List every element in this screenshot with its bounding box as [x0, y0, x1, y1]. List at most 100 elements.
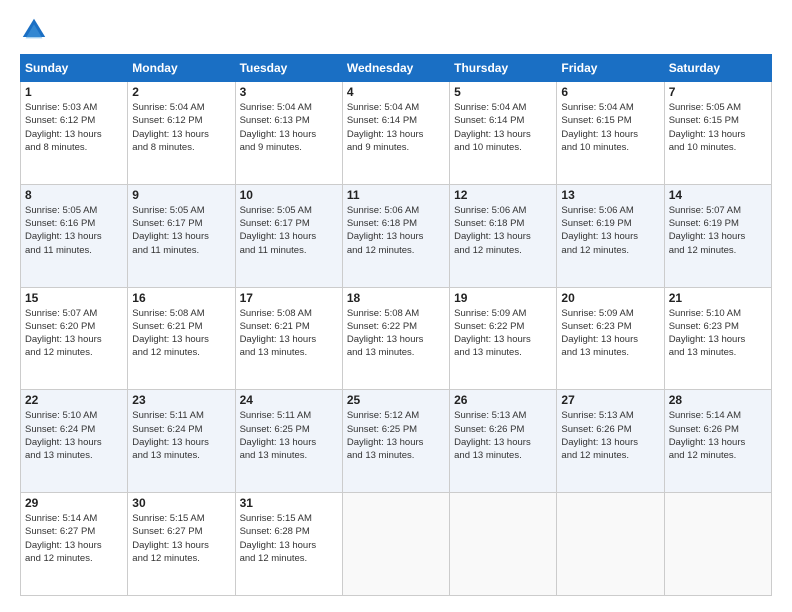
calendar-cell: 13Sunrise: 5:06 AM Sunset: 6:19 PM Dayli…: [557, 184, 664, 287]
day-number: 12: [454, 188, 552, 202]
day-info: Sunrise: 5:09 AM Sunset: 6:22 PM Dayligh…: [454, 307, 552, 360]
calendar-header-row: SundayMondayTuesdayWednesdayThursdayFrid…: [21, 55, 772, 82]
calendar-cell: 7 Sunrise: 5:05 AM Sunset: 6:15 PM Daylig…: [664, 82, 771, 185]
day-number: 13: [561, 188, 659, 202]
day-number: 18: [347, 291, 445, 305]
day-info: Sunrise: 5:14 AM Sunset: 6:27 PM Dayligh…: [25, 512, 123, 565]
day-info: Sunrise: 5:04 AM Sunset: 6:14 PM Dayligh…: [454, 101, 552, 154]
calendar-cell: 16 Sunrise: 5:08 AM Sunset: 6:21 PM Dayli…: [128, 287, 235, 390]
day-info: Sunrise: 5:03 AM Sunset: 6:12 PM Dayligh…: [25, 101, 123, 154]
calendar-cell: 23 Sunrise: 5:11 AM Sunset: 6:24 PM Dayli…: [128, 390, 235, 493]
page: SundayMondayTuesdayWednesdayThursdayFrid…: [0, 0, 792, 612]
day-number: 4: [347, 85, 445, 99]
day-number: 14: [669, 188, 767, 202]
day-info: Sunrise: 5:04 AM Sunset: 6:14 PM Dayligh…: [347, 101, 445, 154]
day-info: Sunrise: 5:04 AM Sunset: 6:12 PM Dayligh…: [132, 101, 230, 154]
day-number: 20: [561, 291, 659, 305]
calendar-cell: 1 Sunrise: 5:03 AM Sunset: 6:12 PM Daylig…: [21, 82, 128, 185]
calendar-cell: 31 Sunrise: 5:15 AM Sunset: 6:28 PM Dayli…: [235, 493, 342, 596]
calendar-cell: 8 Sunrise: 5:05 AM Sunset: 6:16 PM Daylig…: [21, 184, 128, 287]
day-info: Sunrise: 5:05 AM Sunset: 6:17 PM Dayligh…: [132, 204, 230, 257]
day-info: Sunrise: 5:07 AM Sunset: 6:20 PM Dayligh…: [25, 307, 123, 360]
calendar-cell: [450, 493, 557, 596]
day-info: Sunrise: 5:08 AM Sunset: 6:22 PM Dayligh…: [347, 307, 445, 360]
weekday-header-thursday: Thursday: [450, 55, 557, 82]
calendar-cell: [557, 493, 664, 596]
calendar-cell: 28Sunrise: 5:14 AM Sunset: 6:26 PM Dayli…: [664, 390, 771, 493]
day-number: 11: [347, 188, 445, 202]
calendar-cell: [342, 493, 449, 596]
day-info: Sunrise: 5:05 AM Sunset: 6:16 PM Dayligh…: [25, 204, 123, 257]
calendar-cell: 11 Sunrise: 5:06 AM Sunset: 6:18 PM Dayli…: [342, 184, 449, 287]
day-info: Sunrise: 5:08 AM Sunset: 6:21 PM Dayligh…: [240, 307, 338, 360]
header: [20, 16, 772, 44]
day-number: 17: [240, 291, 338, 305]
day-number: 23: [132, 393, 230, 407]
calendar-cell: 26 Sunrise: 5:13 AM Sunset: 6:26 PM Dayli…: [450, 390, 557, 493]
day-info: Sunrise: 5:11 AM Sunset: 6:24 PM Dayligh…: [132, 409, 230, 462]
day-info: Sunrise: 5:12 AM Sunset: 6:25 PM Dayligh…: [347, 409, 445, 462]
calendar-week-4: 22 Sunrise: 5:10 AM Sunset: 6:24 PM Dayli…: [21, 390, 772, 493]
calendar-cell: 25 Sunrise: 5:12 AM Sunset: 6:25 PM Dayli…: [342, 390, 449, 493]
calendar-body: 1 Sunrise: 5:03 AM Sunset: 6:12 PM Daylig…: [21, 82, 772, 596]
day-info: Sunrise: 5:13 AM Sunset: 6:26 PM Dayligh…: [561, 409, 659, 462]
calendar-cell: 14 Sunrise: 5:07 AM Sunset: 6:19 PM Dayli…: [664, 184, 771, 287]
day-info: Sunrise: 5:14 AM Sunset: 6:26 PM Dayligh…: [669, 409, 767, 462]
weekday-header-friday: Friday: [557, 55, 664, 82]
day-info: Sunrise: 5:10 AM Sunset: 6:24 PM Dayligh…: [25, 409, 123, 462]
day-info: Sunrise: 5:07 AM Sunset: 6:19 PM Dayligh…: [669, 204, 767, 257]
day-number: 27: [561, 393, 659, 407]
calendar-cell: 4 Sunrise: 5:04 AM Sunset: 6:14 PM Daylig…: [342, 82, 449, 185]
day-number: 25: [347, 393, 445, 407]
calendar-cell: 12Sunrise: 5:06 AM Sunset: 6:18 PM Dayli…: [450, 184, 557, 287]
day-info: Sunrise: 5:11 AM Sunset: 6:25 PM Dayligh…: [240, 409, 338, 462]
day-number: 3: [240, 85, 338, 99]
day-info: Sunrise: 5:15 AM Sunset: 6:27 PM Dayligh…: [132, 512, 230, 565]
day-number: 30: [132, 496, 230, 510]
day-number: 31: [240, 496, 338, 510]
calendar-cell: 10Sunrise: 5:05 AM Sunset: 6:17 PM Dayli…: [235, 184, 342, 287]
day-number: 6: [561, 85, 659, 99]
day-number: 21: [669, 291, 767, 305]
day-number: 10: [240, 188, 338, 202]
day-info: Sunrise: 5:15 AM Sunset: 6:28 PM Dayligh…: [240, 512, 338, 565]
calendar-cell: 15Sunrise: 5:07 AM Sunset: 6:20 PM Dayli…: [21, 287, 128, 390]
day-number: 1: [25, 85, 123, 99]
weekday-header-monday: Monday: [128, 55, 235, 82]
logo: [20, 16, 52, 44]
day-number: 7: [669, 85, 767, 99]
day-info: Sunrise: 5:13 AM Sunset: 6:26 PM Dayligh…: [454, 409, 552, 462]
weekday-header-saturday: Saturday: [664, 55, 771, 82]
day-number: 8: [25, 188, 123, 202]
day-info: Sunrise: 5:06 AM Sunset: 6:18 PM Dayligh…: [347, 204, 445, 257]
calendar-week-3: 15Sunrise: 5:07 AM Sunset: 6:20 PM Dayli…: [21, 287, 772, 390]
day-info: Sunrise: 5:08 AM Sunset: 6:21 PM Dayligh…: [132, 307, 230, 360]
day-number: 16: [132, 291, 230, 305]
calendar-cell: 3 Sunrise: 5:04 AM Sunset: 6:13 PM Daylig…: [235, 82, 342, 185]
calendar-cell: 24 Sunrise: 5:11 AM Sunset: 6:25 PM Dayli…: [235, 390, 342, 493]
calendar-cell: 9 Sunrise: 5:05 AM Sunset: 6:17 PM Daylig…: [128, 184, 235, 287]
day-number: 22: [25, 393, 123, 407]
day-number: 2: [132, 85, 230, 99]
day-number: 29: [25, 496, 123, 510]
day-number: 5: [454, 85, 552, 99]
calendar-week-5: 29 Sunrise: 5:14 AM Sunset: 6:27 PM Dayli…: [21, 493, 772, 596]
day-info: Sunrise: 5:04 AM Sunset: 6:15 PM Dayligh…: [561, 101, 659, 154]
logo-icon: [20, 16, 48, 44]
day-info: Sunrise: 5:04 AM Sunset: 6:13 PM Dayligh…: [240, 101, 338, 154]
day-info: Sunrise: 5:05 AM Sunset: 6:15 PM Dayligh…: [669, 101, 767, 154]
day-number: 9: [132, 188, 230, 202]
day-number: 24: [240, 393, 338, 407]
calendar-cell: 6 Sunrise: 5:04 AM Sunset: 6:15 PM Daylig…: [557, 82, 664, 185]
day-number: 26: [454, 393, 552, 407]
calendar-cell: 29 Sunrise: 5:14 AM Sunset: 6:27 PM Dayli…: [21, 493, 128, 596]
weekday-header-sunday: Sunday: [21, 55, 128, 82]
weekday-header-tuesday: Tuesday: [235, 55, 342, 82]
day-number: 19: [454, 291, 552, 305]
calendar-cell: [664, 493, 771, 596]
day-info: Sunrise: 5:10 AM Sunset: 6:23 PM Dayligh…: [669, 307, 767, 360]
calendar-cell: 22 Sunrise: 5:10 AM Sunset: 6:24 PM Dayli…: [21, 390, 128, 493]
calendar-cell: 30 Sunrise: 5:15 AM Sunset: 6:27 PM Dayli…: [128, 493, 235, 596]
calendar-cell: 17 Sunrise: 5:08 AM Sunset: 6:21 PM Dayli…: [235, 287, 342, 390]
calendar-week-1: 1 Sunrise: 5:03 AM Sunset: 6:12 PM Daylig…: [21, 82, 772, 185]
